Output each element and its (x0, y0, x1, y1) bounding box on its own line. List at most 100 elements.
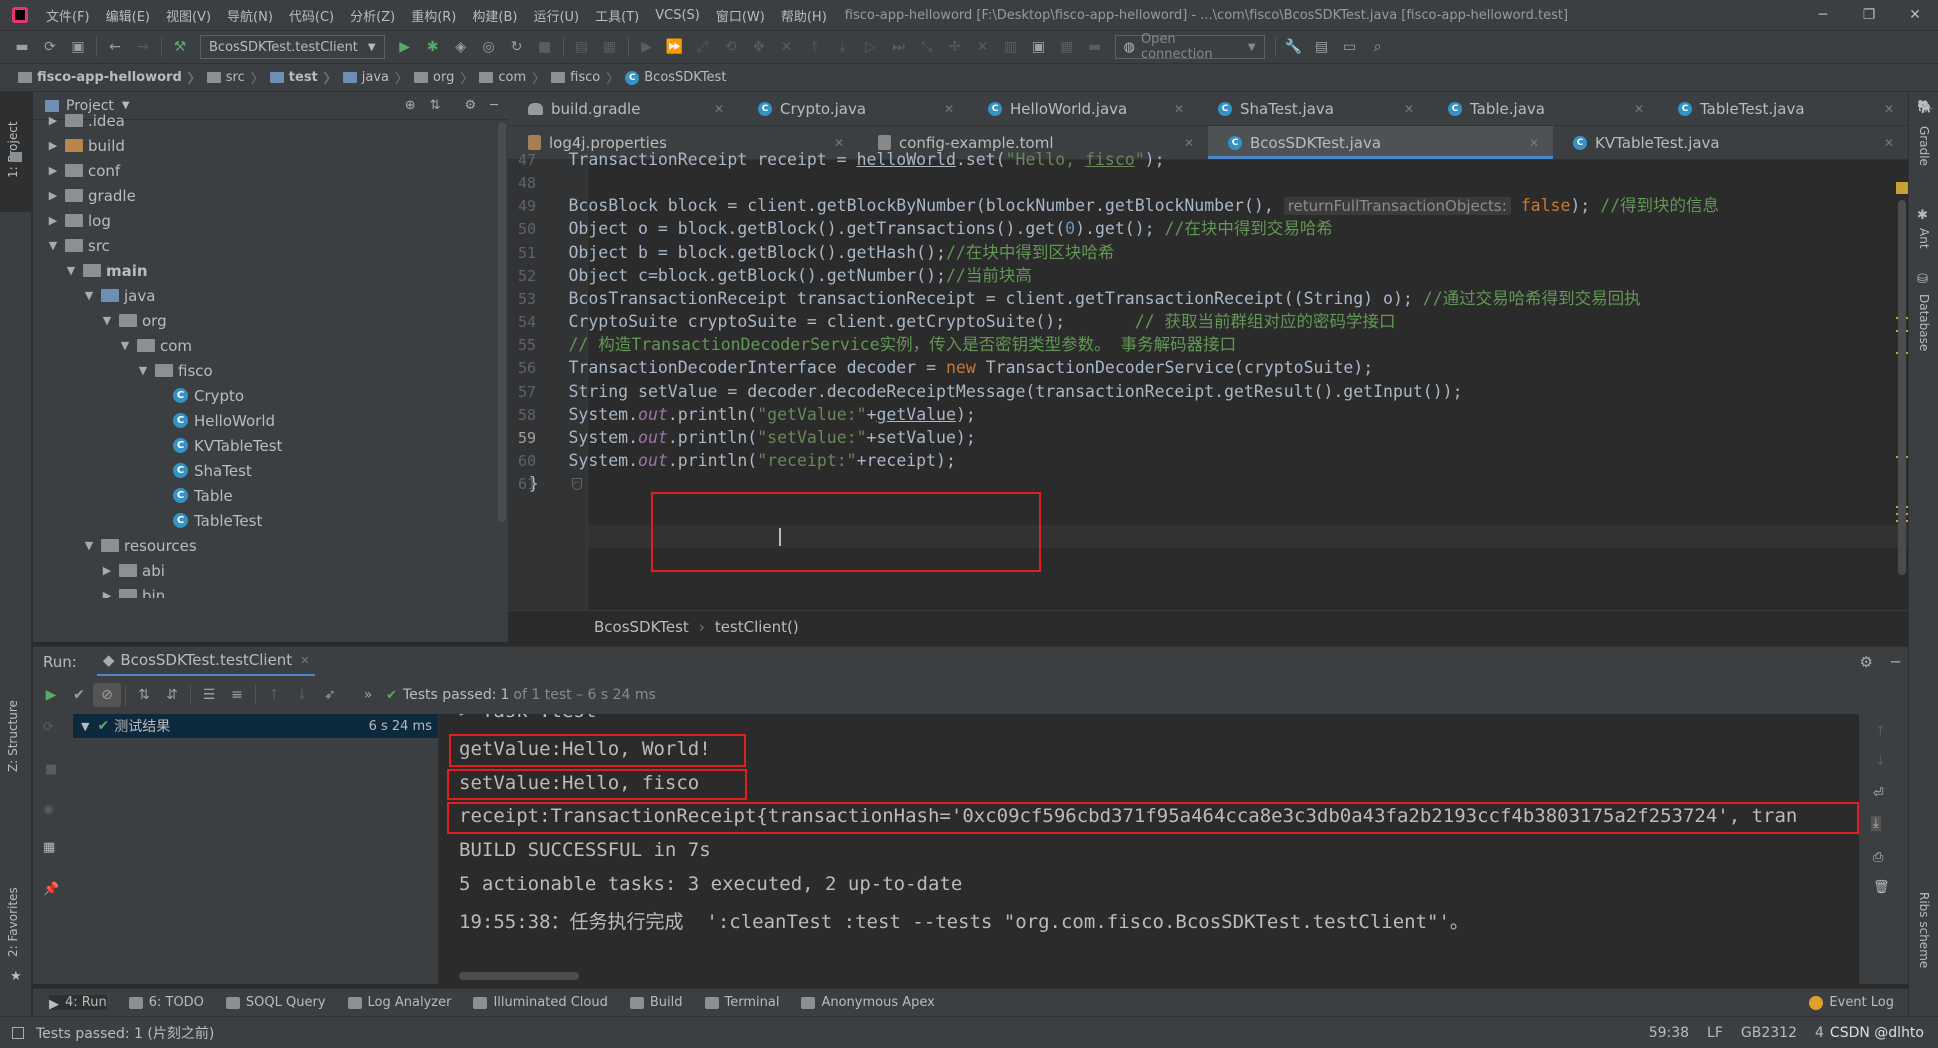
structure-icon[interactable]: ▦ (596, 35, 624, 59)
expand-all-icon[interactable]: ☰ (195, 683, 223, 707)
breadcrumb-item[interactable]: C BcosSDKTest (625, 70, 726, 85)
menu-item[interactable]: 文件(F) (38, 6, 98, 25)
chevron-down-icon[interactable]: ▼ (81, 539, 97, 552)
attach-icon[interactable]: ↻ (503, 35, 531, 59)
tree-item[interactable]: ▼ fisco (33, 358, 508, 383)
editor-tab[interactable]: C KVTableTest.java ✕ (1553, 126, 1908, 159)
tab-project[interactable]: 1: Project (6, 121, 20, 178)
chevron-down-icon[interactable]: ▼ (99, 314, 115, 327)
menu-item[interactable]: 重构(R) (403, 6, 464, 25)
print-icon[interactable]: ⎙ (1873, 850, 1883, 865)
close-tab-icon[interactable]: ✕ (1634, 102, 1644, 116)
close-tab-icon[interactable]: ✕ (944, 102, 954, 116)
window-icon[interactable]: ▣ (1025, 35, 1053, 59)
coverage-icon[interactable]: ◈ (447, 35, 475, 59)
chevron-right-icon[interactable]: ▶ (45, 139, 61, 152)
tree-item[interactable]: C HelloWorld (33, 408, 508, 433)
tab-database[interactable]: Database (1917, 294, 1931, 351)
close-tab-icon[interactable]: ✕ (714, 102, 724, 116)
view-icon[interactable]: ◉ (43, 802, 54, 817)
build-hammer-icon[interactable]: ⚒ (166, 35, 194, 59)
trash-icon[interactable]: 🗑 (1873, 880, 1890, 895)
move-icon[interactable]: ✥ (745, 35, 773, 59)
layout-toggle-icon[interactable] (12, 1026, 24, 1039)
fast-forward-icon[interactable]: ⏭ (885, 35, 913, 59)
hide-icon[interactable]: ─ (1891, 653, 1900, 671)
close-icon[interactable]: ✕ (300, 654, 309, 667)
close-icon[interactable]: ✕ (1892, 7, 1938, 23)
down-icon[interactable]: ↓ (1875, 754, 1886, 769)
editor-tab[interactable]: C HelloWorld.java ✕ (968, 92, 1198, 125)
chevron-down-icon[interactable]: ▼ (63, 264, 79, 277)
bottom-tool-tab[interactable]: Terminal (704, 995, 779, 1010)
terminal-icon[interactable]: ▭ (1336, 35, 1364, 59)
pin-icon[interactable]: 📌 (43, 882, 59, 897)
menu-item[interactable]: 视图(V) (158, 6, 219, 25)
refresh-icon[interactable]: ⟲ (717, 35, 745, 59)
crumb-method[interactable]: testClient() (715, 618, 799, 636)
stop-icon[interactable]: ■ (45, 762, 57, 777)
tree-item[interactable]: C TableTest (33, 508, 508, 533)
sync-icon[interactable]: ⟳ (36, 35, 64, 59)
menu-item[interactable]: 窗口(W) (708, 6, 773, 25)
back-icon[interactable]: ← (101, 35, 129, 59)
up-icon[interactable]: ↑ (1875, 724, 1886, 739)
tree-item[interactable]: ▼ src (33, 233, 508, 258)
rerun-icon[interactable]: ▶ (37, 683, 65, 707)
chevron-right-icon[interactable]: ▶ (99, 564, 115, 577)
tab-ribs-scheme[interactable]: Ribs scheme (1917, 892, 1931, 968)
bottom-tool-tab[interactable]: Build (629, 995, 683, 1010)
breadcrumb-item[interactable]: java 〉 (342, 68, 408, 87)
chevron-right-icon[interactable]: ▶ (45, 164, 61, 177)
editor-tab[interactable]: C Table.java ✕ (1428, 92, 1658, 125)
chevron-right-icon[interactable]: ▶ (45, 214, 61, 227)
upload-icon[interactable]: ⤒ (801, 35, 829, 59)
caret-position[interactable]: 59:38 (1649, 1025, 1689, 1041)
crosshair-icon[interactable]: ✢ (941, 35, 969, 59)
chevron-right-icon[interactable]: ▶ (45, 114, 61, 127)
tab-ant[interactable]: Ant (1917, 228, 1931, 249)
tree-item[interactable]: ▼ main (33, 258, 508, 283)
wrench-icon[interactable]: 🔧 (1280, 35, 1308, 59)
minimize-icon[interactable]: ─ (1800, 7, 1846, 23)
menu-item[interactable]: 运行(U) (525, 6, 587, 25)
editor-tab[interactable]: C Crypto.java ✕ (738, 92, 968, 125)
layout-icon[interactable]: ▦ (43, 840, 55, 855)
delete-icon[interactable]: ✕ (773, 35, 801, 59)
menu-item[interactable]: 代码(C) (281, 6, 342, 25)
tree-item[interactable]: C KVTableTest (33, 433, 508, 458)
rerun-failed-icon[interactable]: ⟳ (43, 720, 54, 735)
menu-item[interactable]: 分析(Z) (342, 6, 403, 25)
restore-icon[interactable]: ❐ (1846, 7, 1892, 23)
tree-item[interactable]: ▼ resources (33, 533, 508, 558)
next-failed-icon[interactable]: ↓ (288, 683, 316, 707)
close-tab-icon[interactable]: ✕ (1184, 136, 1194, 150)
code-editor[interactable]: 47 48 49 50 51 52 53 54 55 56 57 58 59 60 61 ⌐ Transact… (508, 150, 1908, 610)
bottom-tool-tab[interactable]: Log Analyzer (347, 995, 451, 1010)
cancel-icon[interactable]: ✕ (969, 35, 997, 59)
breadcrumb-item[interactable]: org 〉 (414, 68, 473, 87)
tree-item[interactable]: C Crypto (33, 383, 508, 408)
project-structure-icon[interactable]: ▤ (1308, 35, 1336, 59)
tree-item[interactable]: ▶ abi (33, 558, 508, 583)
menu-item[interactable]: 构建(B) (464, 6, 525, 25)
bottom-tool-tab[interactable]: Illuminated Cloud (473, 995, 608, 1010)
console-output[interactable]: > Task :test getValue:Hello, World! setV… (439, 714, 1859, 984)
breadcrumb-item[interactable]: fisco-app-helloword 〉 (18, 68, 201, 87)
chevron-down-icon[interactable]: ▼ (117, 339, 133, 352)
tab-structure[interactable]: Z: Structure (6, 700, 20, 772)
tree-item[interactable]: ▶ log (33, 208, 508, 233)
breadcrumb-item[interactable]: fisco 〉 (551, 68, 619, 87)
close-tab-icon[interactable]: ✕ (1529, 136, 1539, 150)
test-root-row[interactable]: ▼ ✔ 测试结果 6 s 24 ms (73, 714, 438, 738)
bottom-tool-tab[interactable]: SOQL Query (225, 995, 326, 1010)
gear-icon[interactable]: ⚙ (1860, 653, 1873, 671)
debug-icon[interactable]: ✱ (419, 35, 447, 59)
close-tab-icon[interactable]: ✕ (1404, 102, 1414, 116)
tree-item[interactable]: ▶ build (33, 133, 508, 158)
deploy-all-icon[interactable]: ⏩ (661, 35, 689, 59)
run-config-select[interactable]: BcosSDKTest.testClient ▼ (200, 35, 385, 59)
line-separator[interactable]: LF (1707, 1025, 1723, 1041)
tree-item[interactable]: C ShaTest (33, 458, 508, 483)
deploy-icon[interactable]: ▶ (633, 35, 661, 59)
